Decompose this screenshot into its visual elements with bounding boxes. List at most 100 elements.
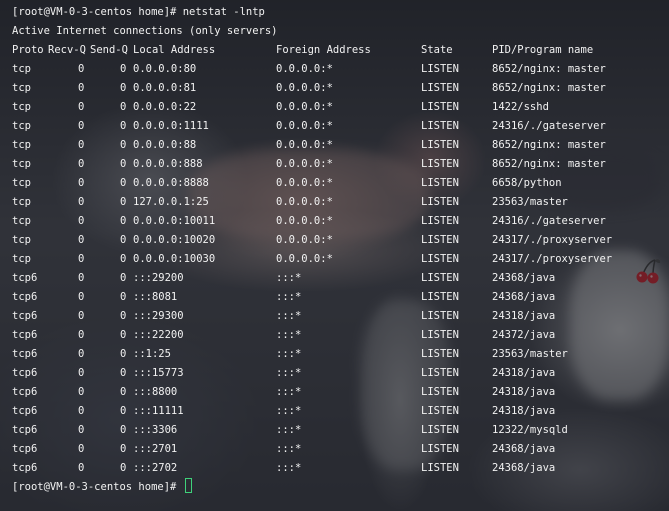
row-recv-q: 0 [78,443,85,455]
row-proto: tcp6 [12,405,38,417]
row-state: LISTEN [421,310,459,322]
row-recv-q: 0 [78,177,85,189]
row-state: LISTEN [421,196,459,208]
row-proto: tcp6 [12,310,38,322]
row-recv-q: 0 [78,310,85,322]
row-local-address: 0.0.0.0:10011 [133,215,216,227]
row-proto: tcp [12,177,31,189]
table-row: tcp6 0 0:::3306:::* LISTEN 12322/mysqld [12,421,669,440]
table-header: Proto Recv-Q Send-Q Local Address Foreig… [12,41,669,60]
row-pid-program: 24318/java [492,386,556,398]
row-proto: tcp [12,101,31,113]
table-row: tcp 0 0 0.0.0.0:10020 0.0.0.0:* LISTEN 24317/.… [12,231,669,250]
row-foreign-address: :::* [276,348,302,360]
header-recv-q: Recv-Q [48,44,86,56]
row-state: LISTEN [421,82,459,94]
row-state: LISTEN [421,405,459,417]
command-line: [root@VM-0-3-centos home]# netstat -lntp [12,3,669,22]
row-send-q: 0 [120,443,127,455]
row-recv-q: 0 [78,120,85,132]
table-row: tcp6 0 0:::29300:::* LISTEN 24318/java [12,307,669,326]
row-pid-program: 24318/java [492,405,556,417]
table-row: tcp 0 0 0.0.0.0:81 0.0.0.0:* LISTEN 8652/nginx… [12,79,669,98]
row-pid-program: 8652/nginx: master [492,158,606,170]
table-row: tcp6 0 0:::29200:::* LISTEN 24368/java [12,269,669,288]
row-pid-program: 6658/python [492,177,562,189]
row-proto: tcp [12,63,31,75]
output-summary: Active Internet connections (only server… [12,25,278,37]
row-state: LISTEN [421,139,459,151]
table-row: tcp 0 0 0.0.0.0:888 0.0.0.0:* LISTEN 8652/ngin… [12,155,669,174]
row-state: LISTEN [421,63,459,75]
table-row: tcp6 0 0:::2701:::* LISTEN 24368/java [12,440,669,459]
row-foreign-address: :::* [276,386,302,398]
row-recv-q: 0 [78,139,85,151]
header-local-address: Local Address [133,44,216,56]
row-state: LISTEN [421,101,459,113]
row-send-q: 0 [120,462,127,474]
row-local-address: 0.0.0.0:8888 [133,177,209,189]
row-local-address: 127.0.0.1:25 [133,196,209,208]
row-local-address: :::3306 [133,424,178,436]
row-recv-q: 0 [78,253,85,265]
table-row: tcp6 0 0:::15773:::* LISTEN 24318/java [12,364,669,383]
row-state: LISTEN [421,215,459,227]
row-recv-q: 0 [78,367,85,379]
table-row: tcp6 0 0:::11111:::* LISTEN 24318/java [12,402,669,421]
row-pid-program: 24368/java [492,291,556,303]
header-proto: Proto [12,44,44,56]
row-foreign-address: 0.0.0.0:* [276,196,333,208]
row-pid-program: 24316/./gateserver [492,120,606,132]
table-row: tcp6 0 0:::22200:::* LISTEN 24372/java [12,326,669,345]
row-foreign-address: 0.0.0.0:* [276,234,333,246]
row-recv-q: 0 [78,158,85,170]
table-row: tcp 0 0 0.0.0.0:10011 0.0.0.0:* LISTEN 24316/.… [12,212,669,231]
row-send-q: 0 [120,82,127,94]
row-foreign-address: 0.0.0.0:* [276,158,333,170]
row-state: LISTEN [421,177,459,189]
row-foreign-address: 0.0.0.0:* [276,177,333,189]
row-proto: tcp [12,196,31,208]
row-pid-program: 8652/nginx: master [492,82,606,94]
row-foreign-address: 0.0.0.0:* [276,120,333,132]
table-row: tcp6 0 0:::8081:::* LISTEN 24368/java [12,288,669,307]
row-local-address: 0.0.0.0:888 [133,158,203,170]
row-foreign-address: :::* [276,291,302,303]
row-pid-program: 24368/java [492,462,556,474]
row-proto: tcp [12,120,31,132]
row-local-address: :::29200 [133,272,184,284]
row-send-q: 0 [120,139,127,151]
table-row: tcp 0 0 0.0.0.0:80 0.0.0.0:* LISTEN 8652/nginx… [12,60,669,79]
row-foreign-address: 0.0.0.0:* [276,82,333,94]
connection-table: tcp 0 0 0.0.0.0:80 0.0.0.0:* LISTEN 8652/nginx… [12,60,669,478]
row-send-q: 0 [120,63,127,75]
row-recv-q: 0 [78,234,85,246]
row-foreign-address: :::* [276,272,302,284]
row-pid-program: 1422/sshd [492,101,549,113]
prompt-line[interactable]: [root@VM-0-3-centos home]# [12,478,669,497]
command-text: netstat -lntp [182,6,265,18]
row-send-q: 0 [120,348,127,360]
header-state: State [421,44,453,56]
row-foreign-address: 0.0.0.0:* [276,253,333,265]
table-row: tcp 0 0 0.0.0.0:88 0.0.0.0:* LISTEN 8652/nginx… [12,136,669,155]
row-proto: tcp6 [12,424,38,436]
row-send-q: 0 [120,234,127,246]
row-send-q: 0 [120,101,127,113]
row-state: LISTEN [421,367,459,379]
row-proto: tcp6 [12,386,38,398]
row-proto: tcp [12,253,31,265]
row-pid-program: 23563/master [492,348,568,360]
row-state: LISTEN [421,348,459,360]
row-local-address: :::8800 [133,386,178,398]
header-foreign-address: Foreign Address [276,44,371,56]
terminal-window[interactable]: [root@VM-0-3-centos home]# netstat -lntp… [0,0,669,511]
row-recv-q: 0 [78,196,85,208]
row-send-q: 0 [120,177,127,189]
row-proto: tcp [12,158,31,170]
row-recv-q: 0 [78,215,85,227]
row-pid-program: 24368/java [492,443,556,455]
row-send-q: 0 [120,367,127,379]
row-pid-program: 24316/./gateserver [492,215,606,227]
row-local-address: :::29300 [133,310,184,322]
